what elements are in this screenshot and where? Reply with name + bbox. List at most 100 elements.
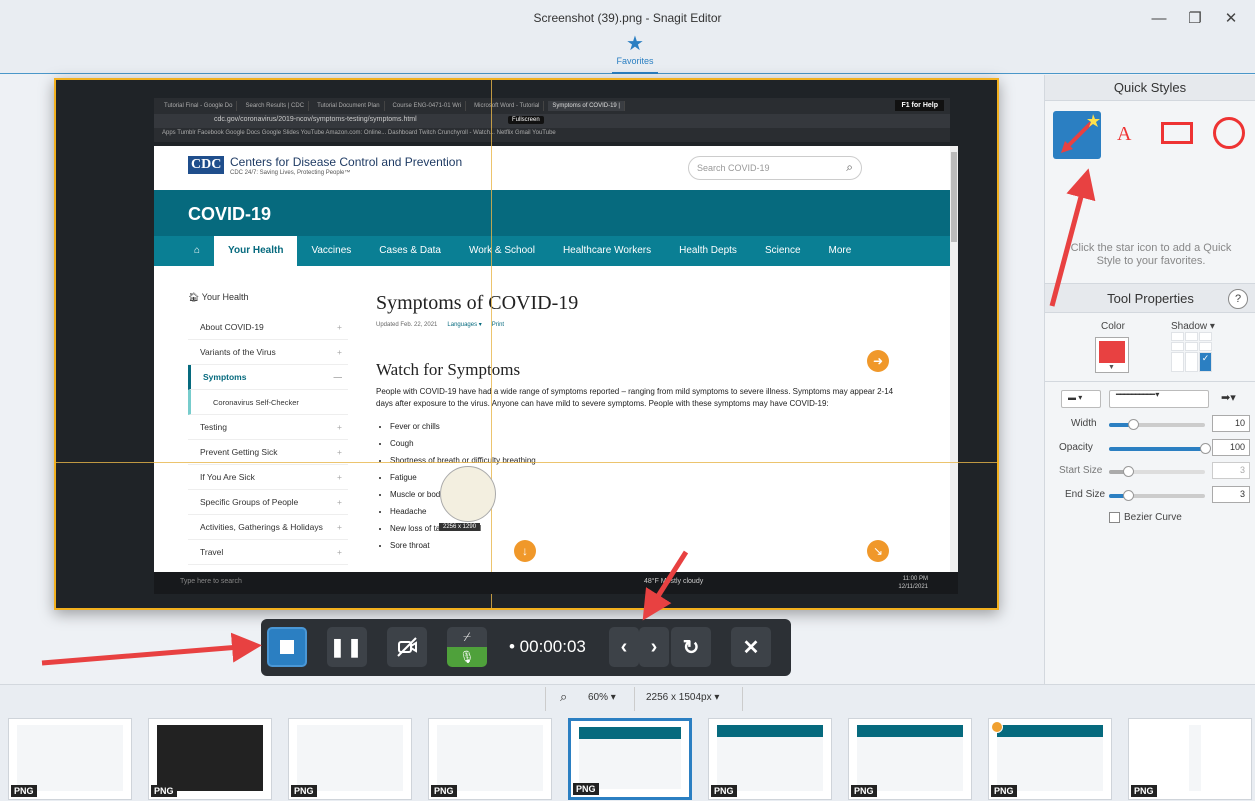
cancel-button[interactable]: ✕ [731, 627, 771, 667]
arrow-diagonal-icon[interactable]: ↘ [867, 540, 889, 562]
tray-thumbnail[interactable]: PNG [708, 718, 832, 800]
leftnav-item: Testing + [188, 415, 348, 440]
browser-tab: Tutorial Document Plan [313, 101, 385, 111]
opacity-input[interactable]: 100 [1212, 439, 1250, 456]
leftnav-item: If You Are Sick + [188, 465, 348, 490]
tray-thumbnail[interactable]: PNG [988, 718, 1112, 800]
arrow-right-icon[interactable]: ➜ [867, 350, 889, 372]
arrow-down-icon[interactable]: ↓ [514, 540, 536, 562]
cdc-header: CDC Centers for Disease Control and Prev… [154, 146, 950, 190]
stop-button[interactable] [267, 627, 307, 667]
restart-button[interactable]: ↻ [671, 627, 711, 667]
microphone-icon[interactable]: 🎙︎ [447, 647, 487, 667]
captured-screenshot[interactable]: Tutorial Final - Google Do Search Result… [54, 78, 999, 610]
line-weight-dropdown[interactable]: ━━━━━━━━━━ ▾ [1109, 390, 1209, 408]
address-bar: cdc.gov/coronavirus/2019-ncov/symptoms-t… [154, 114, 950, 128]
quick-style-arrow[interactable] [1053, 111, 1101, 159]
leftnav-item: Specific Groups of People + [188, 490, 348, 515]
shadow-label[interactable]: Shadow ▾ [1171, 321, 1215, 332]
system-audio-off-icon[interactable]: ⌿ [447, 627, 487, 647]
color-swatch[interactable]: ▼ [1095, 337, 1129, 373]
capture-tray: PNG PNG PNG PNG PNG PNG PNG PNG PNG [0, 712, 1255, 801]
width-slider[interactable] [1109, 419, 1205, 430]
weather-text: 48°F Mostly cloudy [644, 578, 704, 585]
start-size-slider[interactable] [1109, 466, 1205, 477]
end-size-input[interactable]: 3 [1212, 486, 1250, 503]
start-size-input[interactable]: 3 [1212, 462, 1250, 479]
cdc-search-box: Search COVID-19 ⌕ [688, 156, 862, 180]
leftnav-item-selected: Symptoms — [188, 365, 348, 390]
tray-thumbnail[interactable]: PNG [1128, 718, 1252, 800]
quick-style-text-icon[interactable]: A [1117, 123, 1131, 146]
leftnav-item: About COVID-19 + [188, 315, 348, 340]
tray-thumbnail[interactable]: PNG [848, 718, 972, 800]
restore-button[interactable]: ❐ [1177, 6, 1213, 30]
close-button[interactable]: ✕ [1213, 6, 1249, 30]
zoom-bar: ⌕ 60% ▾ 2256 x 1504px ▾ [0, 684, 1255, 712]
next-button[interactable]: › [639, 627, 669, 667]
recording-toolbar: ❚❚ ⌿ 🎙︎ • 00:00:03 ‹ › ↻ ✕ [261, 619, 791, 676]
tray-thumbnail[interactable]: PNG [148, 718, 272, 800]
image-size-dropdown[interactable]: 2256 x 1504px ▾ [646, 692, 719, 703]
cdc-logo: CDC [188, 156, 225, 174]
favorites-label: Favorites [616, 56, 654, 66]
star-icon: ★ [626, 33, 644, 55]
line-style-dropdown[interactable]: ▬ ▾ [1061, 390, 1101, 408]
shadow-grid[interactable]: ✓ [1171, 332, 1212, 372]
tray-thumbnail[interactable]: PNG [428, 718, 552, 800]
search-icon[interactable]: ⌕ [560, 689, 567, 705]
list-item: Cough [390, 435, 896, 452]
png-badge: PNG [991, 785, 1017, 797]
zoom-dropdown[interactable]: 60% ▾ [588, 692, 616, 703]
width-input[interactable]: 10 [1212, 415, 1250, 432]
section-title: Watch for Symptoms [376, 360, 521, 379]
help-icon[interactable]: ? [1228, 289, 1248, 309]
tray-thumbnail[interactable]: PNG [8, 718, 132, 800]
magnifier-dimensions: 2256 x 1290 [439, 523, 481, 531]
page-title: Symptoms of COVID-19 [376, 292, 579, 314]
png-badge: PNG [711, 785, 737, 797]
favorites-tab[interactable]: ★ Favorites [608, 33, 662, 74]
minimize-button[interactable]: — [1141, 6, 1177, 30]
window-title: Screenshot (39).png - Snagit Editor [533, 11, 722, 25]
arrowhead-dropdown[interactable]: ➡▾ [1215, 390, 1249, 408]
slider-knob[interactable] [1128, 419, 1139, 430]
previous-button[interactable]: ‹ [609, 627, 639, 667]
width-label: Width [1071, 418, 1097, 429]
slider-knob[interactable] [1123, 490, 1135, 501]
crosshair-vertical [491, 80, 492, 608]
nav-item: Vaccines [311, 245, 352, 256]
quick-style-ellipse[interactable] [1213, 117, 1245, 149]
slider-fill [1109, 447, 1205, 451]
audio-toggles: ⌿ 🎙︎ [447, 627, 487, 667]
png-badge: PNG [1131, 785, 1157, 797]
title-bar: Screenshot (39).png - Snagit Editor — ❐ … [0, 0, 1255, 74]
bezier-checkbox[interactable] [1109, 512, 1120, 523]
covid-banner: COVID-19 [154, 190, 950, 236]
browser-tab: Tutorial Final - Google Do [160, 101, 238, 111]
page-scrollbar [950, 146, 958, 572]
pause-button[interactable]: ❚❚ [327, 627, 367, 667]
bookmarks-text: Apps Tumblr Facebook Google Docs Google … [162, 130, 556, 136]
list-item: Fever or chills [390, 418, 896, 435]
bezier-option[interactable]: Bezier Curve [1109, 512, 1182, 523]
cdc-nav: ⌂ Your Health Vaccines Cases & Data Work… [154, 236, 950, 266]
tray-thumbnail[interactable]: PNG [568, 718, 692, 800]
slider-knob[interactable] [1123, 466, 1135, 477]
slider-knob[interactable] [1200, 443, 1211, 454]
properties-panel: Quick Styles A Click the star icon to ad… [1044, 75, 1255, 684]
opacity-slider[interactable] [1109, 443, 1211, 454]
editor-canvas[interactable]: Tutorial Final - Google Do Search Result… [0, 75, 1044, 684]
bookmarks-bar: Apps Tumblr Facebook Google Docs Google … [154, 128, 950, 142]
png-badge: PNG [11, 785, 37, 797]
crosshair-horizontal [56, 462, 997, 463]
color-label: Color [1101, 321, 1125, 332]
list-item: Sore throat [390, 537, 896, 554]
webcam-toggle[interactable] [387, 627, 427, 667]
quick-style-rectangle[interactable] [1161, 122, 1193, 144]
tray-thumbnail[interactable]: PNG [288, 718, 412, 800]
home-icon: 🏠︎ [188, 292, 202, 302]
check-icon: ✓ [1199, 352, 1212, 372]
end-size-slider[interactable] [1109, 490, 1205, 501]
browser-tab-strip: Tutorial Final - Google Do Search Result… [154, 98, 950, 114]
